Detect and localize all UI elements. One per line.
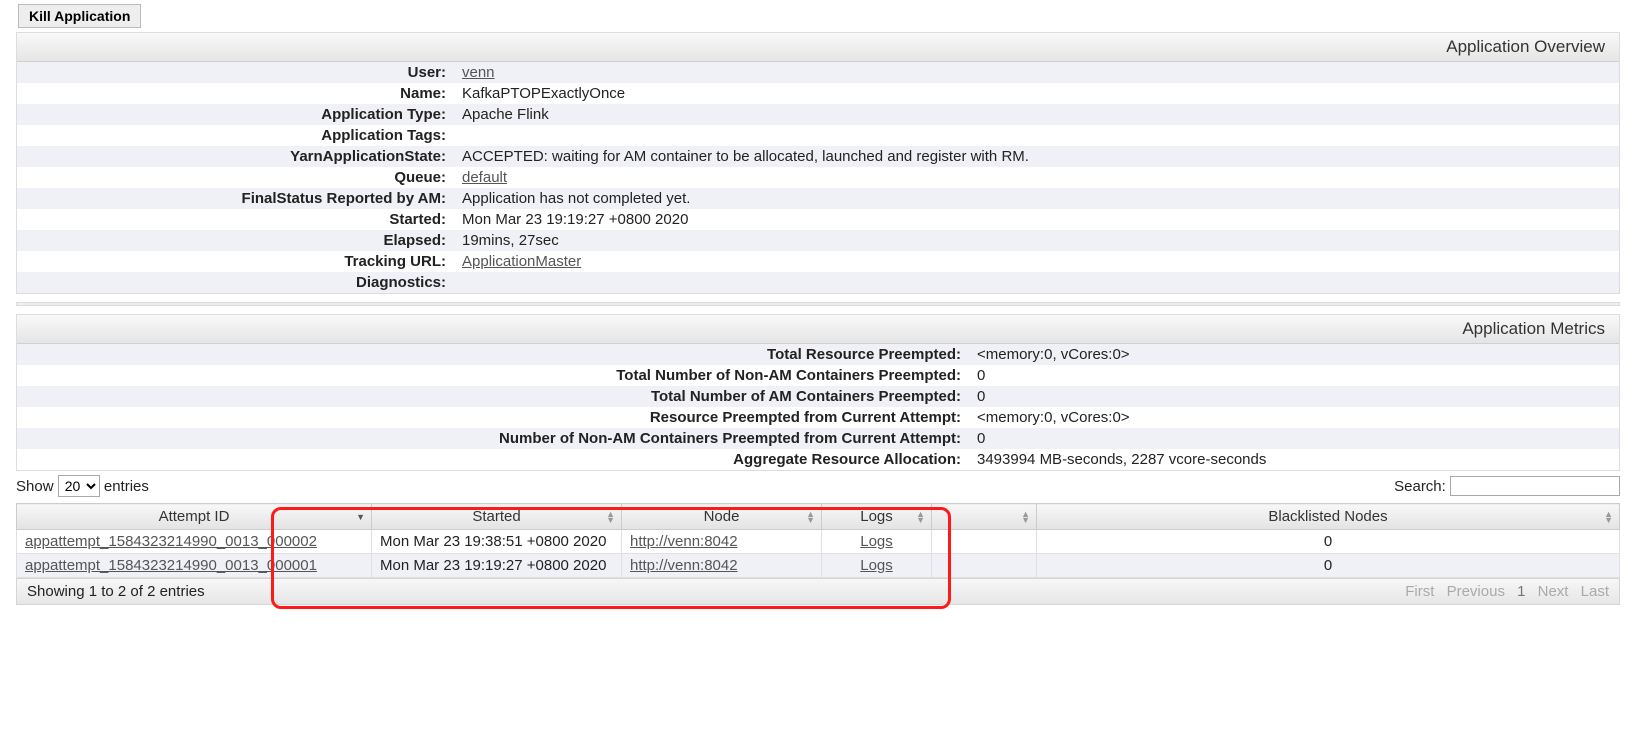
metrics-value: 0 bbox=[967, 386, 1619, 407]
cell-logs: Logs bbox=[822, 530, 932, 554]
datatable-toolbar: Show 20 entries Search: bbox=[16, 471, 1620, 503]
attempt-id-link[interactable]: appattempt_1584323214990_0013_000001 bbox=[25, 557, 317, 574]
pager-next[interactable]: Next bbox=[1538, 583, 1569, 600]
node-link[interactable]: http://venn:8042 bbox=[630, 557, 738, 574]
overview-value: default bbox=[452, 167, 1619, 188]
table-row: appattempt_1584323214990_0013_000002 Mon … bbox=[17, 530, 1620, 554]
overview-label: User: bbox=[17, 62, 452, 83]
overview-label: YarnApplicationState: bbox=[17, 146, 452, 167]
table-row: appattempt_1584323214990_0013_000001 Mon … bbox=[17, 554, 1620, 578]
overview-link[interactable]: venn bbox=[462, 64, 495, 81]
show-prefix: Show bbox=[16, 478, 54, 495]
pager-last[interactable]: Last bbox=[1581, 583, 1609, 600]
overview-value: Mon Mar 23 19:19:27 +0800 2020 bbox=[452, 209, 1619, 230]
column-header-label: Started bbox=[472, 508, 520, 525]
overview-value: venn bbox=[452, 62, 1619, 83]
cell-node: http://venn:8042 bbox=[622, 554, 822, 578]
overview-label: Application Tags: bbox=[17, 125, 452, 146]
metrics-value: 0 bbox=[967, 365, 1619, 386]
attempt-id-link[interactable]: appattempt_1584323214990_0013_000002 bbox=[25, 533, 317, 550]
overview-label: Name: bbox=[17, 83, 452, 104]
application-overview-panel: Application Overview User: venn Name:Kafka… bbox=[16, 32, 1620, 294]
cell-started: Mon Mar 23 19:19:27 +0800 2020 bbox=[372, 554, 622, 578]
search-label: Search: bbox=[1394, 478, 1446, 495]
pager-first[interactable]: First bbox=[1405, 583, 1434, 600]
overview-value: ApplicationMaster bbox=[452, 251, 1619, 272]
datatable-info: Showing 1 to 2 of 2 entries bbox=[27, 583, 205, 600]
cell-started: Mon Mar 23 19:38:51 +0800 2020 bbox=[372, 530, 622, 554]
sort-icon: ▲▼ bbox=[606, 511, 615, 523]
metrics-label: Number of Non-AM Containers Preempted fr… bbox=[17, 428, 967, 449]
overview-label: Diagnostics: bbox=[17, 272, 452, 293]
metrics-value: <memory:0, vCores:0> bbox=[967, 344, 1619, 365]
node-link[interactable]: http://venn:8042 bbox=[630, 533, 738, 550]
application-metrics-title: Application Metrics bbox=[17, 315, 1619, 344]
sort-icon: ▲▼ bbox=[1604, 511, 1613, 523]
column-header-label: Logs bbox=[860, 508, 893, 525]
sort-icon: ▲▼ bbox=[806, 511, 815, 523]
overview-value: Application has not completed yet. bbox=[452, 188, 1619, 209]
overview-value bbox=[452, 125, 1619, 146]
cell-logs: Logs bbox=[822, 554, 932, 578]
overview-value: 19mins, 27sec bbox=[452, 230, 1619, 251]
overview-value: KafkaPTOPExactlyOnce bbox=[452, 83, 1619, 104]
pager: First Previous 1 Next Last bbox=[1397, 583, 1609, 600]
overview-value: ACCEPTED: waiting for AM container to be… bbox=[452, 146, 1619, 167]
column-header-label: Node bbox=[704, 508, 740, 525]
cell-extra bbox=[932, 554, 1037, 578]
overview-value: Apache Flink bbox=[452, 104, 1619, 125]
column-header-label: Attempt ID bbox=[159, 508, 230, 525]
column-header[interactable]: Node ▲▼ bbox=[622, 504, 822, 530]
cell-attempt-id: appattempt_1584323214990_0013_000001 bbox=[17, 554, 372, 578]
cell-node: http://venn:8042 bbox=[622, 530, 822, 554]
metrics-label: Total Resource Preempted: bbox=[17, 344, 967, 365]
attempts-table: Attempt ID▼Started▲▼Node▲▼Logs▲▼▲▼Blackl… bbox=[16, 503, 1620, 578]
cell-extra bbox=[932, 530, 1037, 554]
overview-label: Queue: bbox=[17, 167, 452, 188]
metrics-label: Total Number of AM Containers Preempted: bbox=[17, 386, 967, 407]
application-metrics-panel: Application Metrics Total Resource Preem… bbox=[16, 314, 1620, 471]
cell-blacklisted: 0 bbox=[1037, 530, 1620, 554]
column-header-label: Blacklisted Nodes bbox=[1268, 508, 1387, 525]
panel-divider bbox=[16, 302, 1620, 306]
column-header[interactable]: ▲▼ bbox=[932, 504, 1037, 530]
logs-link[interactable]: Logs bbox=[860, 557, 893, 574]
metrics-label: Total Number of Non-AM Containers Preemp… bbox=[17, 365, 967, 386]
overview-link[interactable]: ApplicationMaster bbox=[462, 253, 581, 270]
overview-label: Elapsed: bbox=[17, 230, 452, 251]
column-header[interactable]: Started ▲▼ bbox=[372, 504, 622, 530]
metrics-value: 3493994 MB-seconds, 2287 vcore-seconds bbox=[967, 449, 1619, 470]
overview-link[interactable]: default bbox=[462, 169, 507, 186]
sort-icon: ▲▼ bbox=[916, 511, 925, 523]
overview-label: FinalStatus Reported by AM: bbox=[17, 188, 452, 209]
column-header[interactable]: Logs ▲▼ bbox=[822, 504, 932, 530]
cell-attempt-id: appattempt_1584323214990_0013_000002 bbox=[17, 530, 372, 554]
pager-prev[interactable]: Previous bbox=[1447, 583, 1505, 600]
metrics-label: Aggregate Resource Allocation: bbox=[17, 449, 967, 470]
metrics-value: <memory:0, vCores:0> bbox=[967, 407, 1619, 428]
metrics-label: Resource Preempted from Current Attempt: bbox=[17, 407, 967, 428]
pager-current[interactable]: 1 bbox=[1517, 583, 1525, 600]
search-control: Search: bbox=[1394, 476, 1620, 496]
metrics-value: 0 bbox=[967, 428, 1619, 449]
overview-table: User:vennName:KafkaPTOPExactlyOnceApplic… bbox=[17, 62, 1619, 293]
sort-icon: ▲▼ bbox=[1021, 511, 1030, 523]
overview-label: Application Type: bbox=[17, 104, 452, 125]
kill-application-button[interactable]: Kill Application bbox=[18, 4, 141, 28]
sort-icon: ▼ bbox=[356, 514, 365, 520]
application-overview-title: Application Overview bbox=[17, 33, 1619, 62]
length-control: Show 20 entries bbox=[16, 475, 149, 497]
overview-label: Started: bbox=[17, 209, 452, 230]
column-header[interactable]: Attempt ID ▼ bbox=[17, 504, 372, 530]
show-suffix: entries bbox=[104, 478, 149, 495]
overview-value bbox=[452, 272, 1619, 293]
overview-label: Tracking URL: bbox=[17, 251, 452, 272]
cell-blacklisted: 0 bbox=[1037, 554, 1620, 578]
logs-link[interactable]: Logs bbox=[860, 533, 893, 550]
search-input[interactable] bbox=[1450, 476, 1620, 496]
column-header[interactable]: Blacklisted Nodes ▲▼ bbox=[1037, 504, 1620, 530]
datatable-footer: Showing 1 to 2 of 2 entries First Previo… bbox=[16, 578, 1620, 605]
metrics-table: Total Resource Preempted:<memory:0, vCor… bbox=[17, 344, 1619, 470]
page-size-select[interactable]: 20 bbox=[58, 475, 100, 497]
